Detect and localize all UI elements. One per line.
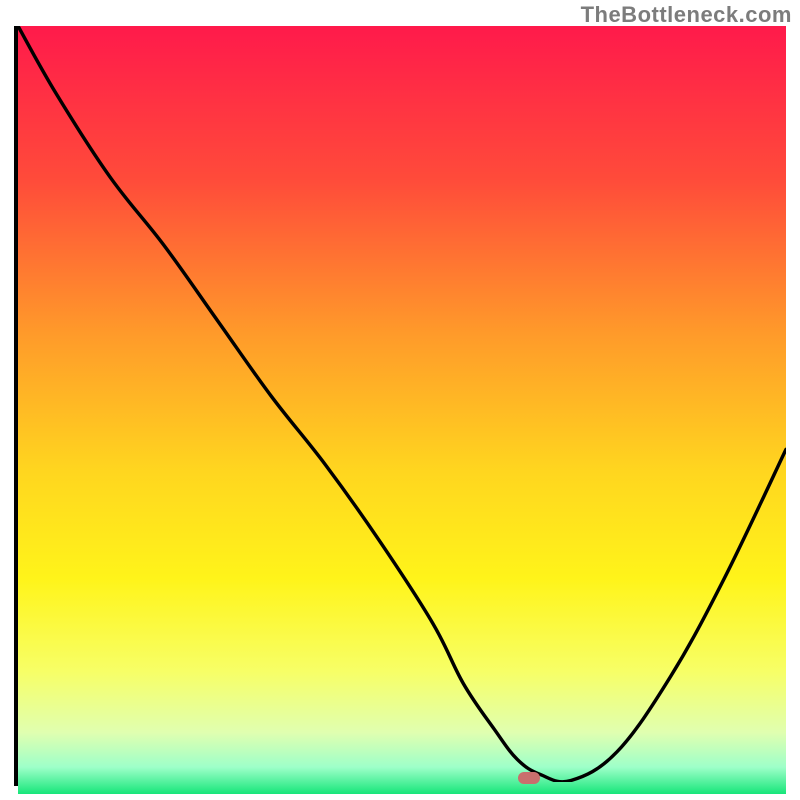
optimal-point-marker: [518, 772, 540, 784]
watermark-text: TheBottleneck.com: [581, 2, 792, 28]
bottleneck-curve: [18, 26, 786, 782]
chart-stage: TheBottleneck.com: [0, 0, 800, 800]
curve-layer: [18, 26, 786, 782]
plot-frame: [14, 26, 786, 786]
